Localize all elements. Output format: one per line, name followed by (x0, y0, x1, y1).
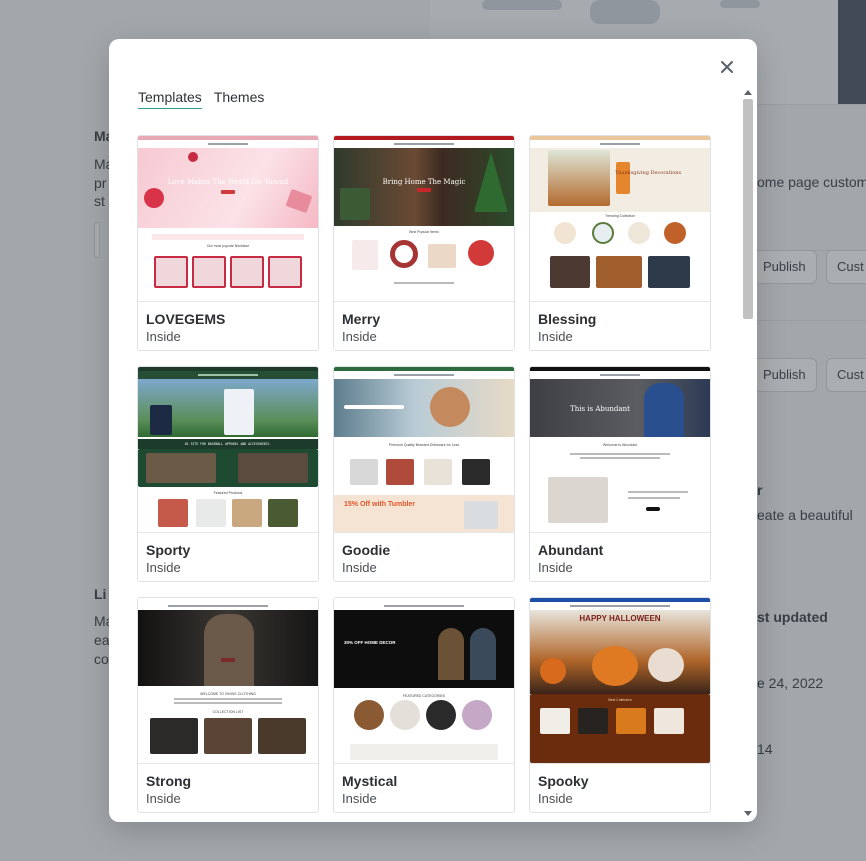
template-picker-modal: Templates Themes Love Makes The World Go… (109, 39, 757, 822)
preview-hero-text: This is Abundant (570, 405, 630, 413)
template-name: Mystical (342, 773, 398, 789)
preview-section-text: Best Popular Items (409, 230, 439, 234)
template-name: Blessing (538, 311, 597, 327)
template-card-sporty[interactable]: #1 SITE FOR BASEBALL APPAREL AND ACCESSO… (137, 366, 319, 582)
template-card-merry[interactable]: Bring Home The Magic Best Popular Items … (333, 135, 515, 351)
scrollbar[interactable] (741, 87, 754, 818)
template-card-abundant[interactable]: This is Abundant Welcome to Abundant Abu… (529, 366, 711, 582)
preview-hero-text: HAPPY HALLOWEEN (579, 614, 661, 623)
template-preview: This is Abundant Welcome to Abundant (530, 367, 710, 533)
template-name: Goodie (342, 542, 391, 558)
preview-section-text: COLLECTION LIST (212, 710, 244, 714)
template-preview: Premium Quality Branded Drinkware for Le… (334, 367, 514, 533)
preview-hero-text: Thanksgiving Decorations (614, 170, 682, 176)
template-type: Inside (538, 791, 573, 806)
template-name: Merry (342, 311, 381, 327)
scrollbar-thumb[interactable] (743, 99, 753, 319)
template-grid: Love Makes The World Go 'Round Our most … (137, 135, 711, 813)
template-card-mystical[interactable]: 30% OFF HOME DECOR FEATURED CATEGORIES M… (333, 597, 515, 813)
scroll-down-icon[interactable] (744, 811, 752, 816)
preview-section-text: Welcome to Abundant (602, 443, 638, 447)
template-name: Sporty (146, 542, 191, 558)
preview-section-text: FEATURED CATEGORIES (402, 694, 446, 698)
template-type: Inside (146, 560, 181, 575)
template-type: Inside (342, 791, 377, 806)
tab-bar: Templates Themes (138, 89, 264, 109)
template-name: Abundant (538, 542, 604, 558)
template-type: Inside (342, 560, 377, 575)
preview-section-text: Best Collection (608, 698, 632, 702)
preview-section-text: Trending Collection (604, 214, 636, 218)
tab-themes[interactable]: Themes (214, 89, 265, 109)
template-type: Inside (146, 329, 181, 344)
template-card-spooky[interactable]: HAPPY HALLOWEEN Best Collection Spooky I… (529, 597, 711, 813)
preview-hero-text: #1 SITE FOR BASEBALL APPAREL AND ACCESSO… (138, 439, 318, 449)
template-preview: 30% OFF HOME DECOR FEATURED CATEGORIES (334, 598, 514, 764)
template-card-blessing[interactable]: Thanksgiving Decorations Trending Collec… (529, 135, 711, 351)
template-name: Strong (146, 773, 192, 789)
template-type: Inside (538, 560, 573, 575)
template-preview: WELCOME TO VIKING CLOTHING COLLECTION LI… (138, 598, 318, 764)
template-name: LOVEGEMS (146, 311, 226, 327)
template-type: Inside (538, 329, 573, 344)
template-card-goodie[interactable]: Premium Quality Branded Drinkware for Le… (333, 366, 515, 582)
template-type: Inside (146, 791, 181, 806)
template-list[interactable]: Love Makes The World Go 'Round Our most … (109, 135, 741, 822)
preview-hero-text: Premium Quality Branded Drinkware for Le… (388, 443, 460, 447)
template-preview: #1 SITE FOR BASEBALL APPAREL AND ACCESSO… (138, 367, 318, 533)
template-preview: Thanksgiving Decorations Trending Collec… (530, 136, 710, 302)
template-preview: HAPPY HALLOWEEN Best Collection (530, 598, 710, 764)
tab-templates[interactable]: Templates (138, 89, 202, 109)
template-name: Spooky (538, 773, 589, 789)
scroll-up-icon[interactable] (744, 90, 752, 95)
template-preview: Bring Home The Magic Best Popular Items (334, 136, 514, 302)
template-card-strong[interactable]: WELCOME TO VIKING CLOTHING COLLECTION LI… (137, 597, 319, 813)
template-type: Inside (342, 329, 377, 344)
template-preview: Love Makes The World Go 'Round Our most … (138, 136, 318, 302)
preview-section-text: Featured Products (213, 491, 243, 495)
preview-hero-text: WELCOME TO VIKING CLOTHING (200, 692, 256, 696)
preview-hero-text: Love Makes The World Go 'Round (167, 178, 289, 186)
preview-section-text: 15% Off with Tumbler (344, 501, 416, 508)
close-icon (721, 61, 733, 73)
close-icon[interactable] (717, 57, 737, 77)
template-card-lovegems[interactable]: Love Makes The World Go 'Round Our most … (137, 135, 319, 351)
preview-section-text: Our most popular Necklace (206, 244, 250, 248)
preview-hero-text: 30% OFF HOME DECOR (344, 640, 396, 645)
